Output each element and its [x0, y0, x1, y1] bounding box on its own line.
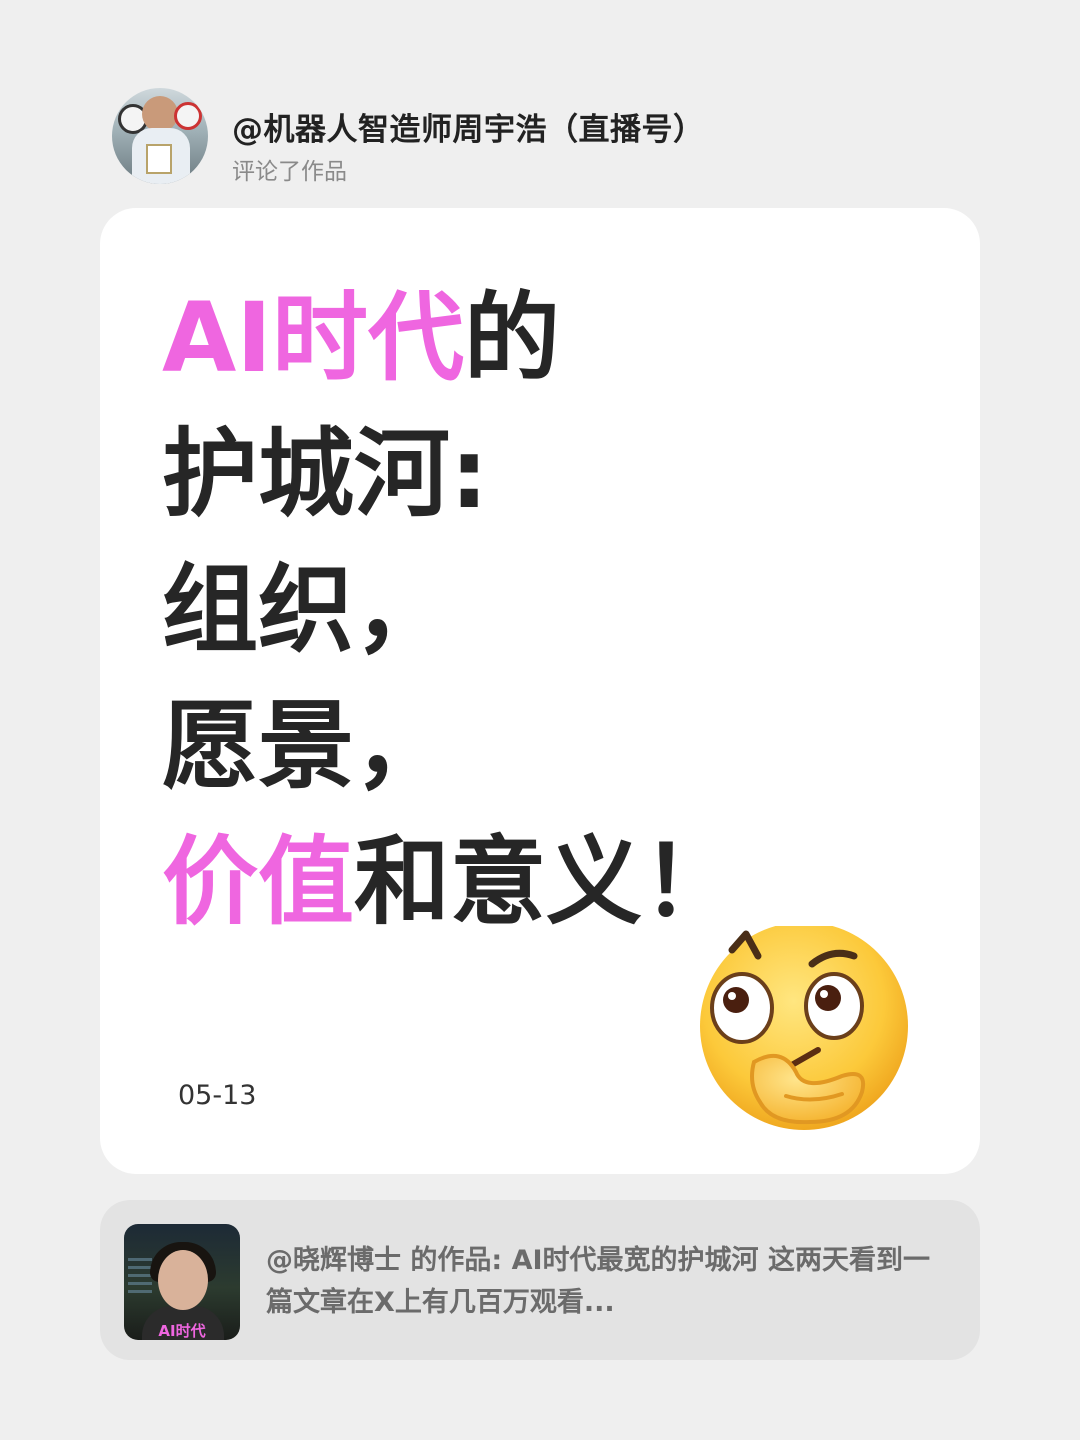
quoted-work-card[interactable]: AI时代 @晓辉博士 的作品: AI时代最宽的护城河 这两天看到一篇文章在X上有…: [100, 1200, 980, 1360]
headline-text: 组织，: [162, 554, 450, 666]
headline-line-3: 组织，: [162, 542, 738, 678]
quoted-work-text[interactable]: @晓辉博士 的作品: AI时代最宽的护城河 这两天看到一篇文章在X上有几百万观看…: [266, 1240, 946, 1324]
comment-action-label: 评论了作品: [232, 159, 347, 185]
thumbnail-tag: AI时代: [158, 1322, 206, 1340]
headline-text: 的: [464, 282, 561, 394]
headline-highlight: AI时代: [162, 282, 465, 394]
comment-card: AI时代的 护城河: 组织， 愿景， 价值和意义！ 05-13: [100, 208, 980, 1174]
headline-line-5: 价值和意义！: [162, 814, 738, 950]
headline-text: 和意义！: [354, 826, 738, 938]
headline-highlight: 价值: [162, 826, 354, 938]
headline: AI时代的 护城河: 组织， 愿景， 价值和意义！: [162, 270, 738, 950]
headline-text: 护城河:: [162, 418, 489, 530]
headline-line-2: 护城河:: [162, 406, 738, 542]
headline-line-1: AI时代的: [162, 270, 738, 406]
quoted-work-thumbnail[interactable]: AI时代: [124, 1224, 240, 1340]
post-date: 05-13: [178, 1080, 257, 1111]
commenter-avatar[interactable]: [112, 88, 208, 184]
headline-text: 愿景，: [162, 690, 450, 802]
commenter-username[interactable]: @机器人智造师周宇浩（直播号）: [232, 104, 705, 149]
headline-line-4: 愿景，: [162, 678, 738, 814]
thinking-face-emoji: [700, 926, 908, 1130]
comment-header: @机器人智造师周宇浩（直播号） 评论了作品: [112, 88, 1012, 188]
